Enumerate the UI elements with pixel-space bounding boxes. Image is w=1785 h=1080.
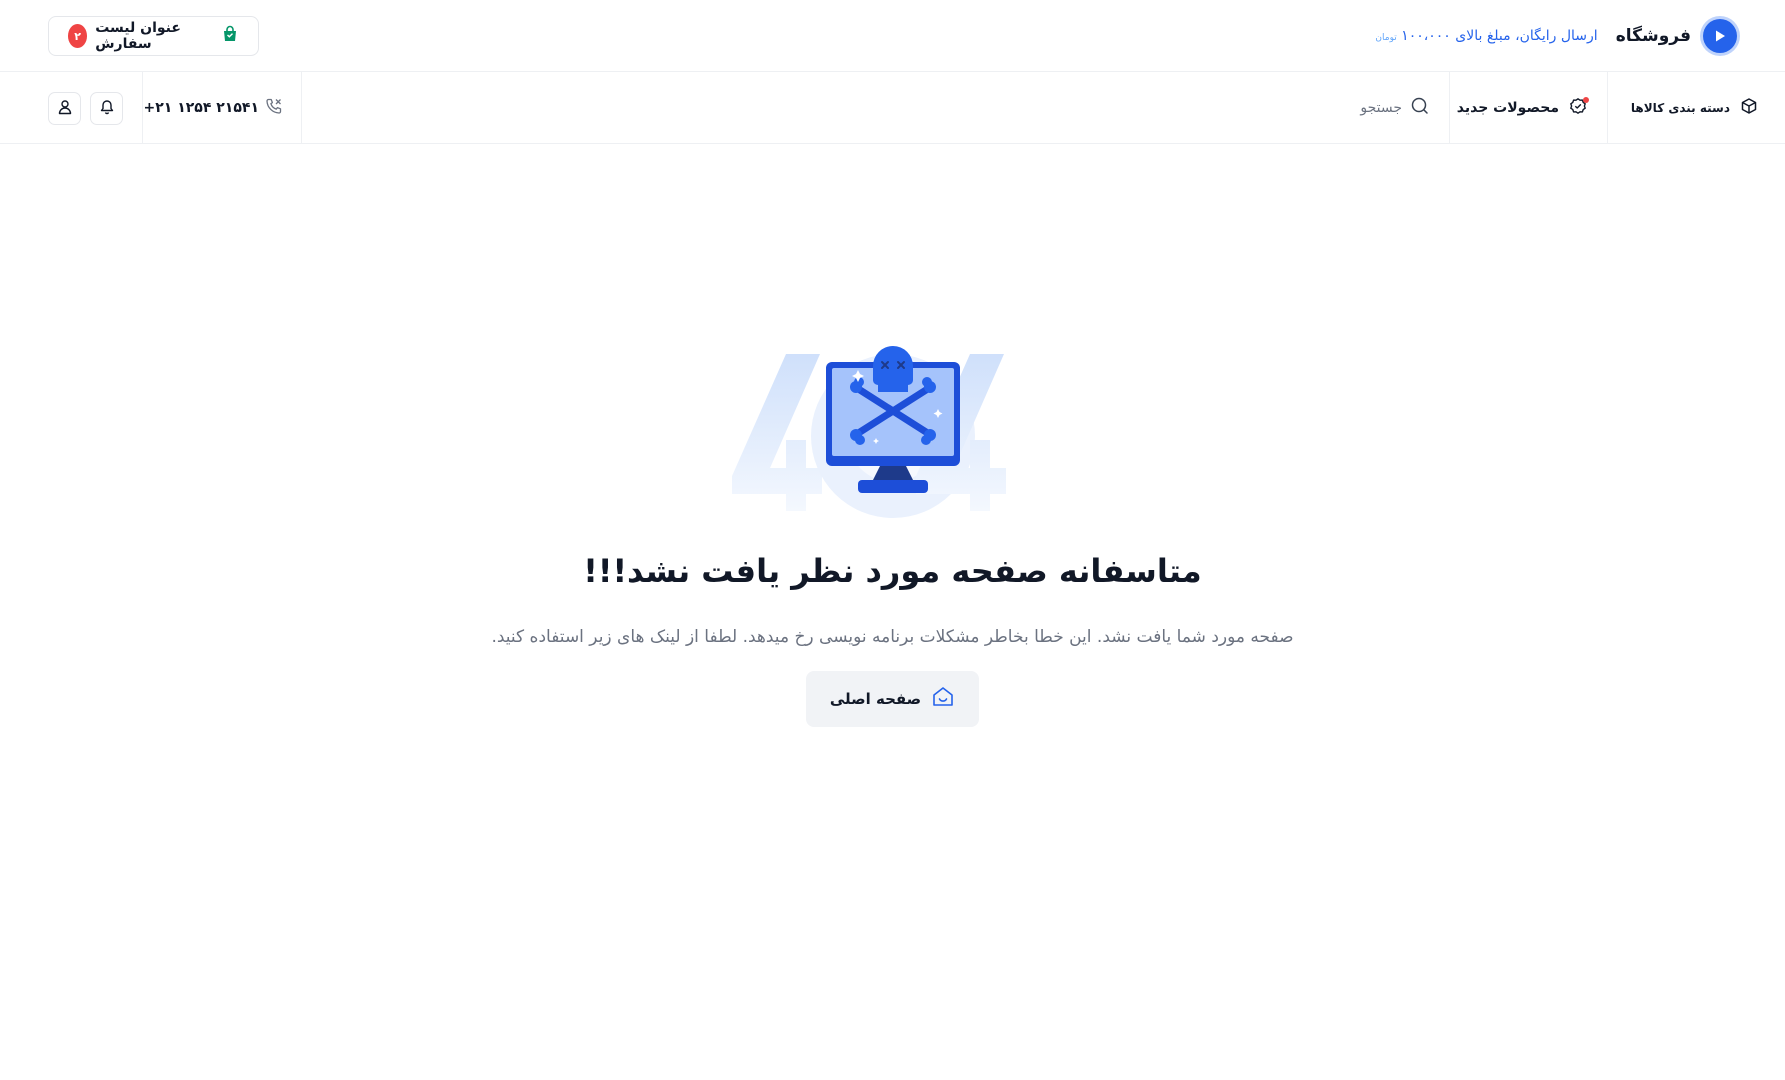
promo-text: ارسال رایگان، مبلغ بالای ۱۰۰،۰۰۰ bbox=[1401, 28, 1598, 44]
home-icon bbox=[931, 685, 955, 713]
box-icon bbox=[1740, 97, 1758, 119]
home-page-button-label: صفحه اصلی bbox=[829, 690, 922, 708]
nav-new-products-label: محصولات جدید bbox=[1456, 99, 1559, 116]
order-list-label: عنوان لیست سفارش bbox=[95, 20, 181, 52]
order-count-badge: ۲ bbox=[68, 24, 88, 48]
user-account-button[interactable] bbox=[48, 92, 81, 125]
bell-icon bbox=[99, 99, 115, 119]
new-products-dot bbox=[1583, 96, 1589, 103]
home-page-button[interactable]: صفحه اصلی bbox=[806, 671, 979, 727]
badge-icon bbox=[1569, 96, 1589, 119]
search-icon bbox=[1410, 96, 1429, 119]
order-list-button[interactable]: عنوان لیست سفارش ۲ bbox=[48, 16, 259, 56]
brand-name: فروشگاه bbox=[1615, 26, 1691, 46]
nav-categories-label: دسته بندی کالاها bbox=[1630, 100, 1730, 115]
shopping-bag-icon bbox=[221, 25, 239, 47]
top-bar: فروشگاه ارسال رایگان، مبلغ بالای ۱۰۰،۰۰۰… bbox=[0, 0, 1785, 72]
error-description: صفحه مورد شما یافت نشد. این خطا بخاطر مش… bbox=[491, 627, 1294, 647]
user-icon bbox=[57, 99, 73, 119]
play-logo-icon bbox=[1703, 19, 1737, 53]
phone-number: +۲۱ ۱۲۵۴ ۲۱۵۴۱ bbox=[143, 99, 259, 116]
notifications-button[interactable] bbox=[90, 92, 123, 125]
nav-bar: دسته بندی کالاها محصولات جدید +۲۱ ۱۲۵۴ ۲… bbox=[0, 72, 1785, 144]
nav-phone[interactable]: +۲۱ ۱۲۵۴ ۲۱۵۴۱ bbox=[142, 72, 302, 143]
error-404-illustration bbox=[728, 336, 1058, 526]
phone-icon bbox=[265, 97, 283, 119]
brand[interactable]: فروشگاه ارسال رایگان، مبلغ بالای ۱۰۰،۰۰۰… bbox=[1375, 19, 1737, 53]
nav-new-products[interactable]: محصولات جدید bbox=[1449, 72, 1607, 143]
promo-unit: تومان bbox=[1375, 33, 1397, 43]
nav-categories[interactable]: دسته بندی کالاها bbox=[1607, 72, 1785, 143]
free-shipping-promo: ارسال رایگان، مبلغ بالای ۱۰۰،۰۰۰ تومان bbox=[1375, 28, 1597, 44]
nav-search bbox=[303, 72, 1449, 143]
page-title: متاسفانه صفحه مورد نظر یافت نشد!!! bbox=[583, 552, 1202, 590]
search-input[interactable] bbox=[1002, 99, 1402, 116]
